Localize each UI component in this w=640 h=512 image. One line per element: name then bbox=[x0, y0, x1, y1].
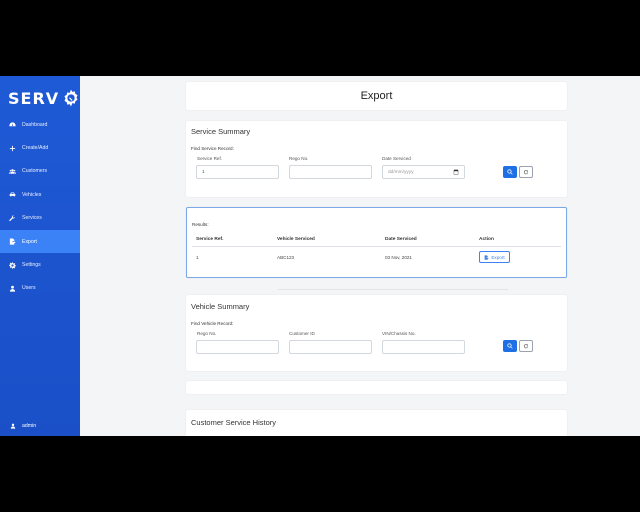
service-ref-input[interactable]: 1 bbox=[196, 165, 279, 179]
app-logo[interactable]: SERV bbox=[8, 86, 81, 110]
date-serviced-input[interactable]: dd/mm/yyyy bbox=[382, 165, 465, 179]
column-header-action: Action bbox=[479, 237, 494, 242]
column-header-service-ref: Service Ref. bbox=[196, 237, 224, 242]
sidebar-item-dashboard[interactable]: Dashboard bbox=[0, 113, 80, 136]
vehicle-rego-no-input[interactable] bbox=[196, 340, 279, 354]
find-service-record-label: Find Service Record: bbox=[191, 146, 234, 151]
sidebar: SERV Dashboard Create/Add Customers Vehi… bbox=[0, 76, 80, 436]
sidebar-item-label: Services bbox=[22, 215, 42, 222]
vehicle-reset-button[interactable] bbox=[519, 340, 533, 352]
search-icon bbox=[507, 343, 513, 349]
sidebar-nav: Dashboard Create/Add Customers Vehicles … bbox=[0, 113, 80, 300]
sidebar-item-create-add[interactable]: Create/Add bbox=[0, 136, 80, 159]
customer-id-label: Customer ID bbox=[289, 331, 315, 336]
sidebar-item-label: Settings bbox=[22, 262, 41, 269]
service-summary-card: Service Summary Find Service Record: Ser… bbox=[186, 121, 567, 197]
current-user[interactable]: admin bbox=[8, 421, 36, 430]
file-export-icon bbox=[8, 237, 17, 246]
cell-date-serviced: 03 Nov, 2021 bbox=[385, 255, 412, 260]
wrench-icon bbox=[8, 214, 17, 223]
sidebar-item-label: Dashboard bbox=[22, 121, 48, 128]
sidebar-item-label: Vehicles bbox=[22, 191, 42, 198]
users-icon bbox=[8, 167, 17, 176]
sidebar-item-label: Users bbox=[22, 285, 36, 292]
header-divider bbox=[192, 246, 561, 247]
user-icon bbox=[8, 284, 17, 293]
refresh-icon bbox=[523, 344, 529, 349]
service-reset-button[interactable] bbox=[519, 166, 533, 178]
vehicle-search-button[interactable] bbox=[503, 340, 517, 352]
main-content: Export Service Summary Find Service Reco… bbox=[80, 76, 640, 436]
page-title-card: Export bbox=[186, 82, 567, 110]
search-icon bbox=[507, 169, 513, 175]
vehicle-summary-card: Vehicle Summary Find Vehicle Record: Reg… bbox=[186, 295, 567, 371]
vehicle-summary-title: Vehicle Summary bbox=[191, 302, 250, 311]
find-vehicle-record-label: Find Vehicle Record: bbox=[191, 321, 234, 326]
results-card: Results: Service Ref. Vehicle Serviced D… bbox=[186, 207, 567, 278]
export-button[interactable]: Export bbox=[479, 251, 510, 263]
calendar-icon[interactable] bbox=[453, 169, 459, 175]
dashboard-icon bbox=[8, 120, 17, 129]
plus-icon bbox=[8, 144, 17, 153]
page-title: Export bbox=[360, 90, 393, 102]
gear-icon bbox=[8, 261, 17, 270]
export-button-label: Export bbox=[491, 254, 505, 260]
vin-chassis-label: VIN/Chassis No. bbox=[382, 331, 416, 336]
user-icon bbox=[8, 421, 17, 430]
sidebar-item-export[interactable]: Export bbox=[0, 229, 80, 254]
column-header-vehicle-serviced: Vehicle Serviced bbox=[277, 237, 315, 242]
rego-no-label: Rego No. bbox=[197, 331, 217, 336]
current-user-name: admin bbox=[22, 422, 37, 429]
date-serviced-value: dd/mm/yyyy bbox=[388, 169, 414, 175]
service-summary-title: Service Summary bbox=[191, 127, 251, 136]
gear-logo-icon bbox=[64, 89, 78, 107]
sidebar-item-services[interactable]: Services bbox=[0, 207, 80, 230]
sidebar-item-customers[interactable]: Customers bbox=[0, 160, 80, 183]
file-export-icon bbox=[484, 254, 490, 260]
results-label: Results: bbox=[192, 222, 209, 227]
sidebar-item-vehicles[interactable]: Vehicles bbox=[0, 183, 80, 206]
vin-chassis-input[interactable] bbox=[382, 340, 465, 354]
customer-id-input[interactable] bbox=[289, 340, 372, 354]
customer-service-history-title: Customer Service History bbox=[191, 418, 277, 427]
sidebar-item-settings[interactable]: Settings bbox=[0, 253, 80, 276]
app-window: SERV Dashboard Create/Add Customers Vehi… bbox=[0, 76, 640, 436]
sidebar-item-users[interactable]: Users bbox=[0, 277, 80, 300]
service-ref-label: Service Ref. bbox=[197, 156, 223, 161]
sidebar-item-label: Customers bbox=[22, 168, 48, 175]
cell-service-ref: 1 bbox=[196, 255, 199, 260]
column-header-date-serviced: Date Serviced bbox=[385, 237, 417, 242]
empty-card bbox=[186, 381, 567, 394]
car-icon bbox=[8, 190, 17, 199]
refresh-icon bbox=[523, 170, 529, 175]
sidebar-item-label: Export bbox=[22, 238, 37, 245]
rego-no-label: Rego No. bbox=[289, 156, 309, 161]
sidebar-item-label: Create/Add bbox=[22, 145, 49, 152]
section-divider bbox=[278, 289, 508, 290]
customer-service-history-card: Customer Service History bbox=[186, 410, 567, 436]
service-search-button[interactable] bbox=[503, 166, 517, 178]
date-serviced-label: Date Serviced bbox=[382, 156, 411, 161]
rego-no-input[interactable] bbox=[289, 165, 372, 179]
logo-text: SERV bbox=[8, 88, 60, 108]
cell-vehicle-serviced: ABC123 bbox=[277, 255, 295, 260]
